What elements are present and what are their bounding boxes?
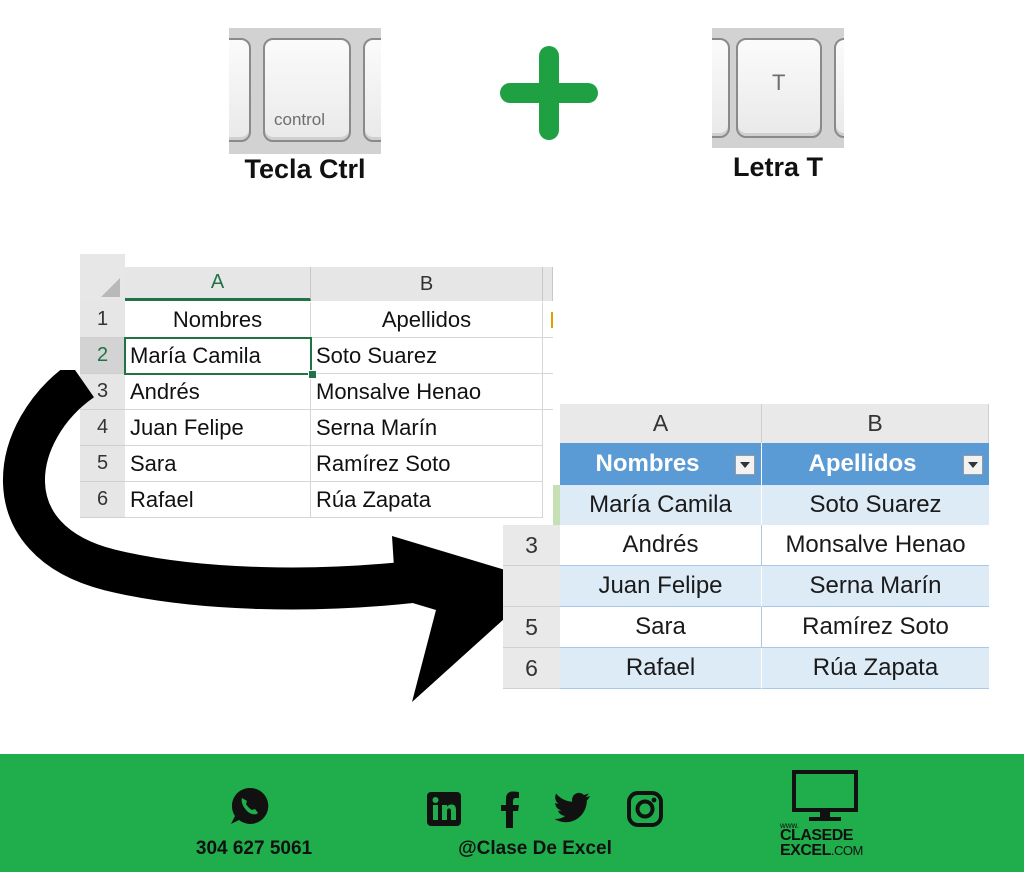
logo-line2: EXCEL.COM [780,843,863,859]
cell-a1[interactable]: Nombres [125,302,311,338]
left-neighbor-key [229,38,251,142]
monitor-icon [792,770,858,821]
table-cell[interactable]: Soto Suarez [762,485,989,526]
table-cell[interactable]: María Camila [560,485,762,526]
row-header-1[interactable]: 1 [80,302,125,338]
filter-dropdown-icon[interactable] [963,455,983,475]
logo-suffix: .COM [830,843,863,858]
column-header-a[interactable]: A [560,404,762,443]
table-cell[interactable]: Sara [560,607,762,648]
column-header-a[interactable]: A [125,267,311,301]
t-key-label: T [772,70,786,95]
table-header-nombres: Nombres [560,443,762,485]
table-cell[interactable]: Ramírez Soto [762,607,989,648]
row-header-4[interactable] [503,566,560,607]
right-neighbor-key [363,38,381,142]
left-neighbor-key [712,38,730,138]
cell-b2[interactable]: Soto Suarez [311,338,543,374]
table-cell[interactable]: Rafael [560,648,762,689]
table-header-nombres-label: Nombres [595,450,700,477]
filter-dropdown-icon[interactable] [735,455,755,475]
social-handle: @Clase De Excel [458,838,612,859]
table-cell[interactable]: Monsalve Henao [762,525,989,566]
right-neighbor-key [834,38,844,138]
cell-c2[interactable] [543,338,553,374]
column-header-b[interactable]: B [762,404,989,443]
site-logo[interactable]: www. CLASEDE EXCEL.COM [780,770,880,862]
logo-excel: EXCEL [780,842,831,859]
twitter-icon[interactable] [553,792,591,824]
table-cell[interactable]: Serna Marín [762,566,989,607]
row-header-strip [553,485,560,525]
curved-arrow-icon [3,370,545,702]
facebook-icon[interactable] [498,790,522,828]
control-key: control [263,38,351,142]
cell-b1[interactable]: Apellidos [311,302,543,338]
t-key-caption: Letra T [732,152,824,182]
table-cell[interactable]: Andrés [560,525,762,566]
corner-triangle-icon [101,278,120,297]
instagram-icon[interactable] [626,790,664,828]
control-key-label: control [274,110,326,129]
table-cell[interactable]: Juan Felipe [560,566,762,607]
sheet-after: A B Nombres Apellidos María Camila Soto … [503,404,989,689]
linkedin-icon[interactable] [426,791,462,827]
table-cell[interactable]: Rúa Zapata [762,648,989,689]
column-header-c[interactable] [543,267,553,301]
row-header-6[interactable]: 6 [503,648,560,689]
table-header-apellidos-label: Apellidos [808,450,917,477]
table-header-apellidos: Apellidos [762,443,989,485]
phone-number: 304 627 5061 [195,838,313,859]
select-all-corner[interactable] [80,254,125,302]
cell-c1-marker [551,312,553,328]
whatsapp-icon[interactable] [229,786,269,826]
ctrl-key-image: control [229,28,381,154]
t-key: T [736,38,822,138]
row-header-3[interactable]: 3 [503,525,560,566]
row-header-2[interactable]: 2 [80,338,125,374]
row-header-5[interactable]: 5 [503,607,560,648]
column-header-b[interactable]: B [311,267,543,301]
t-key-image: T [712,28,844,148]
footer: 304 627 5061 @Clase De Excel www. CLASED… [0,754,1024,872]
plus-icon [500,46,598,140]
ctrl-key-caption: Tecla Ctrl [244,154,366,184]
